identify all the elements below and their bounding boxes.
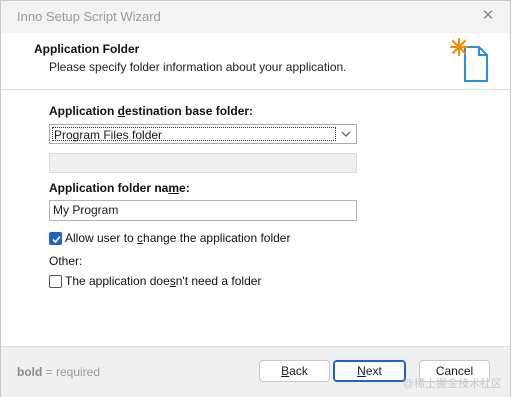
wizard-page-icon xyxy=(450,38,488,82)
folder-name-input[interactable]: My Program xyxy=(49,200,357,221)
next-button[interactable]: Next xyxy=(333,360,406,382)
folder-name-label: Application folder name: xyxy=(49,181,190,195)
checkmark-icon xyxy=(52,235,61,244)
page-title: Application Folder xyxy=(34,42,140,56)
no-folder-label[interactable]: The application doesn't need a folder xyxy=(65,274,261,288)
title-bar: Inno Setup Script Wizard ✕ xyxy=(1,1,510,33)
footer-bar: bold = required Back Next Cancel @稀土掘金技术… xyxy=(1,346,510,397)
allow-change-checkbox[interactable] xyxy=(49,232,62,245)
custom-base-folder-field xyxy=(49,153,357,173)
form-content: Application destination base folder: Pro… xyxy=(1,90,510,346)
watermark: @稀土掘金技术社区 xyxy=(402,378,502,390)
allow-change-label[interactable]: Allow user to change the application fol… xyxy=(65,231,290,245)
no-folder-checkbox[interactable] xyxy=(49,275,62,288)
base-folder-selected-value: Program Files folder xyxy=(52,127,336,142)
base-folder-select[interactable]: Program Files folder xyxy=(49,124,357,144)
other-label: Other: xyxy=(49,254,83,268)
page-subtitle: Please specify folder information about … xyxy=(49,60,347,74)
base-folder-label: Application destination base folder: xyxy=(49,104,254,118)
wizard-window: Inno Setup Script Wizard ✕ Application F… xyxy=(0,0,511,397)
window-title: Inno Setup Script Wizard xyxy=(17,9,161,24)
page-header: Application Folder Please specify folder… xyxy=(1,33,510,90)
back-button[interactable]: Back xyxy=(259,360,330,382)
close-icon[interactable]: ✕ xyxy=(476,5,500,27)
chevron-down-icon xyxy=(341,127,351,144)
required-hint: bold = required xyxy=(17,365,101,379)
